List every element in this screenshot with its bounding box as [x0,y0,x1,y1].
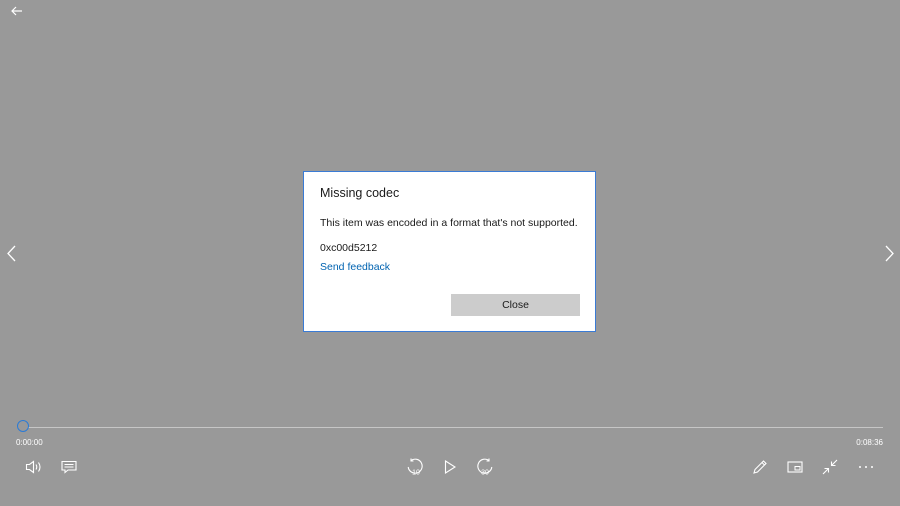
close-button[interactable]: Close [451,294,580,316]
skip-back-button[interactable]: 10 [404,456,426,478]
skip-forward-label: 30 [481,470,489,477]
mini-view-icon [787,461,803,473]
edit-pen-icon [753,460,767,474]
more-options-button[interactable] [855,457,877,477]
seek-track[interactable] [24,427,883,428]
skip-back-10-icon: 10 [407,458,423,477]
total-time: 0:08:36 [856,438,883,447]
dialog-message: This item was encoded in a format that's… [320,217,578,229]
chevron-right-icon [885,245,894,261]
play-button[interactable] [440,457,460,477]
next-button[interactable] [881,240,897,266]
chevron-left-icon [6,245,15,261]
current-time: 0:00:00 [16,438,43,447]
back-arrow-icon [11,6,22,16]
error-code: 0xc00d5212 [320,242,378,254]
missing-codec-dialog: Missing codec This item was encoded in a… [303,171,596,332]
subtitles-button[interactable] [59,457,79,477]
play-icon [444,460,456,474]
skip-forward-30-icon: 30 [477,458,493,477]
exit-fullscreen-icon [822,459,838,475]
volume-icon [25,460,41,474]
more-options-icon [859,466,873,468]
dialog-title: Missing codec [320,186,400,200]
send-feedback-link[interactable]: Send feedback [320,261,390,273]
mini-view-button[interactable] [785,457,805,477]
video-player: Missing codec This item was encoded in a… [0,0,900,506]
skip-back-label: 10 [412,470,420,477]
skip-forward-button[interactable]: 30 [474,456,496,478]
subtitles-icon [61,460,77,474]
volume-button[interactable] [24,457,44,477]
seek-thumb[interactable] [17,420,29,432]
back-button[interactable] [9,4,25,18]
exit-fullscreen-button[interactable] [820,457,840,477]
edit-button[interactable] [750,457,770,477]
previous-button[interactable] [3,240,19,266]
